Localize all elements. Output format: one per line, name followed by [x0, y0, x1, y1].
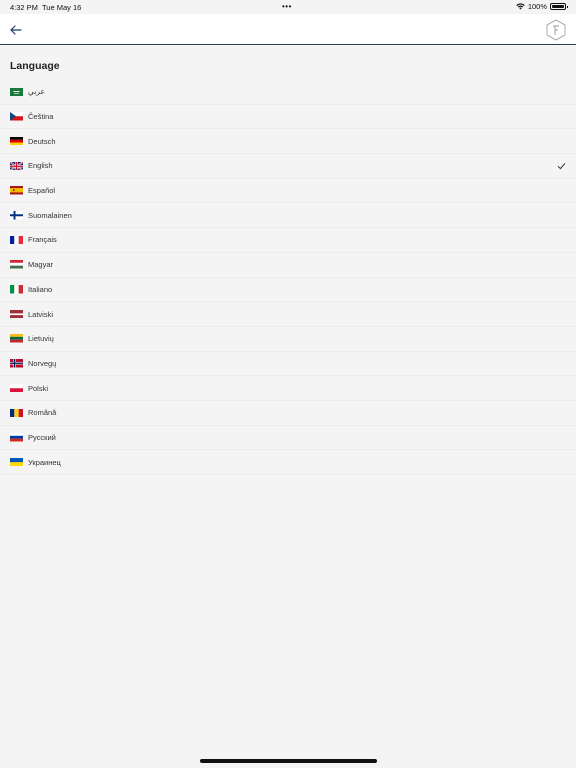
flag-sa-icon — [10, 87, 23, 97]
wifi-icon — [516, 3, 525, 10]
language-item-it[interactable]: Italiano — [0, 278, 576, 303]
flag-no-icon — [10, 359, 23, 368]
checkmark-icon — [557, 163, 566, 170]
flag-it-icon — [10, 285, 23, 294]
status-indicators: 100% — [516, 2, 568, 11]
language-item-ro[interactable]: Română — [0, 401, 576, 426]
language-item-sa[interactable]: عربي — [0, 80, 576, 105]
flag-lv-icon — [10, 309, 23, 319]
flag-cz-icon — [10, 112, 23, 121]
language-label: Español — [28, 186, 56, 196]
language-label: Lietuvių — [28, 334, 54, 344]
flag-fr-icon — [10, 235, 23, 245]
language-label: Suomalainen — [28, 210, 72, 220]
flag-ru-icon — [10, 433, 23, 442]
status-date: Tue May 16 — [42, 3, 82, 12]
flag-fi-icon — [10, 211, 23, 220]
language-label: Magyar — [28, 260, 54, 270]
navigation-bar — [0, 14, 576, 45]
language-item-ru[interactable]: Русский — [0, 426, 576, 451]
arrow-left-icon — [10, 25, 22, 35]
language-item-fi[interactable]: Suomalainen — [0, 203, 576, 229]
flag-ro-icon — [10, 408, 23, 418]
app-logo-icon — [546, 19, 566, 41]
flag-pl-icon — [10, 383, 23, 393]
language-label: Latviski — [28, 309, 54, 319]
battery-percentage: 100% — [527, 2, 547, 11]
language-label: Русский — [28, 432, 56, 442]
language-label: عربي — [28, 87, 45, 97]
language-item-cz[interactable]: Čeština — [0, 105, 576, 130]
language-item-no[interactable]: Norvegų — [0, 352, 576, 377]
language-item-hu[interactable]: Magyar — [0, 253, 576, 278]
flag-es-icon — [10, 186, 23, 195]
language-item-ua[interactable]: Украинец — [0, 450, 576, 475]
language-label: Deutsch — [28, 136, 56, 146]
language-item-es[interactable]: Español — [0, 179, 576, 204]
section-title-language: Language — [10, 60, 60, 72]
flag-de-icon — [10, 136, 23, 146]
language-label: Norvegų — [28, 358, 57, 368]
language-label: Украинец — [28, 457, 61, 467]
language-item-lv[interactable]: Latviski — [0, 302, 576, 327]
flag-gb-icon — [10, 161, 23, 171]
language-item-fr[interactable]: Français — [0, 228, 576, 253]
status-time: 4:32 PM — [10, 3, 38, 12]
language-item-gb[interactable]: English — [0, 154, 576, 179]
back-button[interactable] — [8, 22, 24, 38]
language-item-pl[interactable]: Polski — [0, 376, 576, 401]
language-label: Polski — [28, 383, 49, 393]
status-bar: 4:32 PM Tue May 16 ••• 100% — [0, 0, 576, 14]
language-item-lt[interactable]: Lietuvių — [0, 327, 576, 352]
language-label: Română — [28, 408, 57, 418]
language-label: English — [28, 161, 53, 171]
language-list: عربي Čeština Deutsch English Español Suomalai… — [0, 80, 576, 475]
flag-ua-icon — [10, 457, 23, 467]
flag-lt-icon — [10, 334, 23, 343]
flag-hu-icon — [10, 260, 23, 269]
language-label: Français — [28, 235, 57, 245]
home-indicator[interactable] — [200, 759, 377, 763]
language-item-de[interactable]: Deutsch — [0, 129, 576, 155]
language-label: Italiano — [28, 284, 53, 294]
multitasking-dots[interactable]: ••• — [282, 2, 292, 11]
language-label: Čeština — [28, 112, 54, 122]
battery-icon — [550, 3, 568, 10]
